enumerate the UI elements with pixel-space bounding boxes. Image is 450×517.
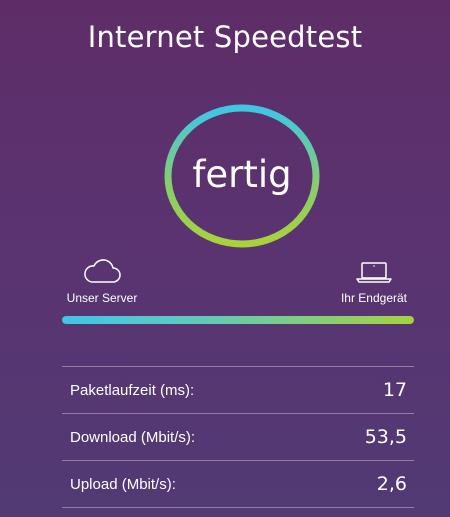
- transfer-progress-bar: [62, 316, 414, 324]
- result-value: 2,6: [376, 473, 407, 495]
- device-endpoint: Ihr Endgerät: [334, 258, 414, 305]
- laptop-icon: [334, 258, 414, 287]
- server-label: Unser Server: [66, 291, 138, 305]
- result-row: Download (Mbit/s): 53,5: [62, 414, 414, 461]
- cloud-icon: [63, 258, 141, 287]
- result-value: 53,5: [364, 426, 407, 448]
- result-label: Paketlaufzeit (ms):: [70, 381, 195, 399]
- result-label: Upload (Mbit/s):: [70, 475, 176, 493]
- result-label: Download (Mbit/s):: [70, 428, 196, 446]
- result-row: Upload (Mbit/s): 2,6: [62, 461, 414, 508]
- gauge-status: fertig: [192, 152, 292, 196]
- speed-gauge: fertig: [162, 102, 322, 250]
- results-table: Paketlaufzeit (ms): 17 Download (Mbit/s): 5…: [62, 366, 414, 508]
- device-label: Ihr Endgerät: [340, 291, 408, 305]
- page-title: Internet Speedtest: [87, 20, 363, 54]
- transfer-progress-fill: [62, 316, 414, 324]
- server-endpoint: Unser Server: [63, 258, 141, 305]
- result-value: 17: [382, 379, 407, 401]
- result-row: Paketlaufzeit (ms): 17: [62, 367, 414, 414]
